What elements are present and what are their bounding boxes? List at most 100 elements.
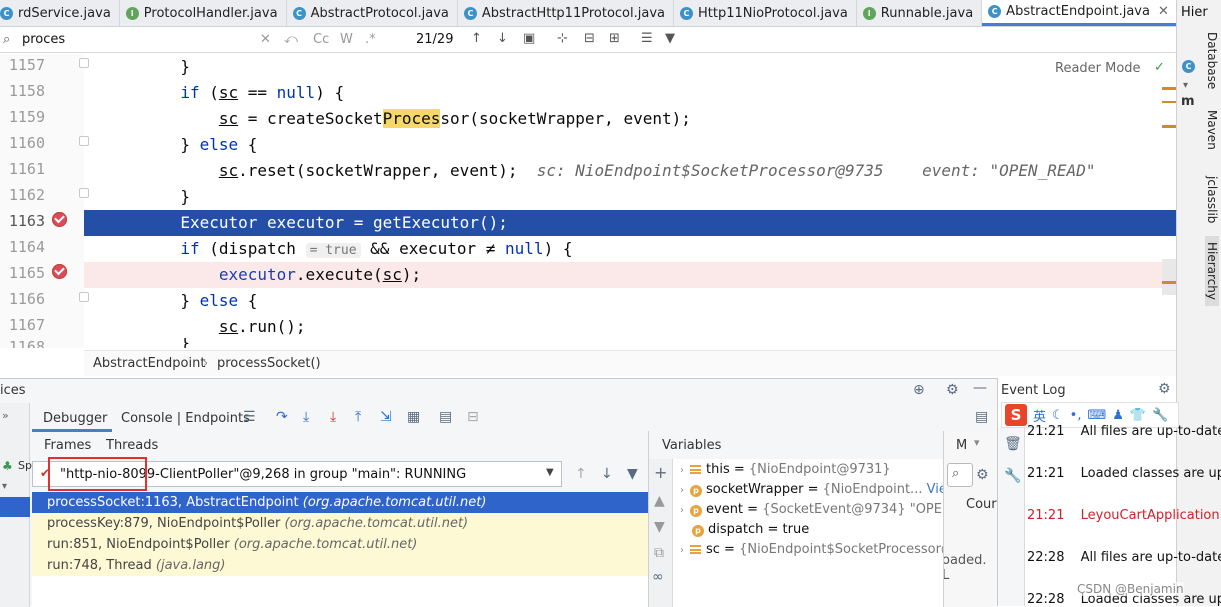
code-line-1163-current: Executor executor = getExecutor(); xyxy=(84,210,1176,236)
move-up-icon[interactable]: ▲ xyxy=(654,493,665,509)
filter-settings-icon[interactable]: ☰ xyxy=(641,31,653,46)
step-over-icon[interactable]: ↷ xyxy=(276,409,288,425)
breadcrumb-method[interactable]: processSocket() xyxy=(217,356,321,371)
threads-label[interactable]: Threads xyxy=(106,438,158,453)
ime-language-toggle[interactable]: 英 xyxy=(1033,406,1046,425)
menu-icon[interactable]: ☰ xyxy=(243,409,256,425)
clear-icon[interactable]: ✕ xyxy=(260,32,271,47)
memory-tab-label[interactable]: M xyxy=(956,438,967,453)
tab-4[interactable]: C Http11NioProtocol.java xyxy=(674,0,857,26)
memory-search-input[interactable]: ⌕ xyxy=(947,463,973,487)
tab-3[interactable]: C AbstractHttp11Protocol.java xyxy=(458,0,674,26)
log-entry[interactable]: 21:21 Loaded classes are up xyxy=(1027,466,1221,481)
hierarchy-tool[interactable]: Hierarchy xyxy=(1205,236,1219,307)
chevron-down-icon[interactable]: ▾ xyxy=(2,481,7,492)
filter-icon[interactable]: ▼ xyxy=(665,31,675,46)
frame-row[interactable]: processSocket:1163, AbstractEndpoint (or… xyxy=(32,492,648,513)
maven-tool[interactable]: Maven xyxy=(1205,110,1219,150)
frame-row[interactable]: run:748, Thread (java.lang) xyxy=(32,555,648,576)
add-watch-icon[interactable]: + xyxy=(654,463,667,482)
select-all-occurrences-icon[interactable]: ⊞ xyxy=(609,31,620,46)
tab-2[interactable]: C AbstractProtocol.java xyxy=(287,0,458,26)
tab-debugger[interactable]: Debugger xyxy=(32,406,112,432)
evaluate-icon[interactable]: ▦ xyxy=(407,409,420,425)
log-entry[interactable]: 21:21 LeyouCartApplication: xyxy=(1027,508,1221,523)
crosshair-icon[interactable]: ⊕ xyxy=(913,382,925,398)
copy-icon[interactable]: ⧉ xyxy=(654,545,664,561)
wrench-icon[interactable]: 🔧 xyxy=(1004,468,1021,484)
regex-toggle[interactable]: .* xyxy=(365,32,376,47)
services-node[interactable]: Sp xyxy=(18,459,32,472)
class-icon: C xyxy=(292,6,306,20)
punctuation-icon[interactable]: •, xyxy=(1070,408,1082,423)
more-tabs-icon[interactable]: ▾ xyxy=(974,436,980,449)
tab-0[interactable]: CrdService.java xyxy=(0,0,120,26)
frame-up-icon[interactable]: ↑ xyxy=(575,466,587,482)
match-case-toggle[interactable]: Cc xyxy=(313,32,329,47)
moon-icon[interactable]: ☾ xyxy=(1052,408,1064,423)
database-tool[interactable]: Database xyxy=(1205,32,1219,89)
frame-row[interactable]: run:851, NioEndpoint$Poller (org.apache.… xyxy=(32,534,648,555)
variable-row[interactable]: ›pevent = {SocketEvent@9734} "OPEN_RE xyxy=(680,500,943,520)
add-selection-icon[interactable]: ⊹ xyxy=(557,31,568,46)
jclasslib-tool[interactable]: jclasslib xyxy=(1205,176,1219,223)
line-gutter: 1157 1158 1159 1160 1161 1162 1163 1164 … xyxy=(0,54,89,348)
breadcrumb-class[interactable]: AbstractEndpoint xyxy=(93,356,205,371)
table-icon[interactable]: ▤ xyxy=(439,409,452,425)
log-entry[interactable]: 21:21 All files are up-to-date xyxy=(1027,424,1221,439)
select-all-icon[interactable]: ▣ xyxy=(523,31,535,46)
history-icon[interactable]: ⤺ xyxy=(284,32,298,47)
scrollbar-thumb[interactable] xyxy=(1162,259,1176,295)
watches-icon[interactable]: ∞ xyxy=(652,569,664,585)
frames-label[interactable]: Frames xyxy=(44,438,91,453)
layout-settings-icon[interactable]: ▤ xyxy=(975,409,988,425)
breakpoint-icon[interactable] xyxy=(52,212,67,227)
hierarchy-tab-label[interactable]: Hier xyxy=(1181,5,1208,20)
next-match-icon[interactable]: ↓ xyxy=(497,31,508,46)
whole-words-toggle[interactable]: W xyxy=(340,32,353,47)
remove-selection-icon[interactable]: ⊟ xyxy=(584,31,595,46)
variable-row[interactable]: p dispatch = true xyxy=(680,520,809,540)
sogou-ime-icon[interactable]: S xyxy=(1005,404,1027,426)
tab-console-endpoints[interactable]: Console | Endpoints xyxy=(121,411,250,426)
variable-row[interactable]: › sc = {NioEndpoint$SocketProcessor@9 xyxy=(680,540,943,560)
close-tab-icon[interactable]: ✕ xyxy=(1158,4,1169,19)
search-icon: ⌕ xyxy=(3,32,11,47)
dropdown-arrow-icon[interactable]: ▼ xyxy=(546,467,554,478)
breakpoint-icon[interactable] xyxy=(52,264,67,279)
minimize-icon[interactable]: — xyxy=(973,380,987,396)
move-down-icon[interactable]: ▼ xyxy=(654,519,665,535)
previous-match-icon[interactable]: ↑ xyxy=(471,31,482,46)
frame-down-icon[interactable]: ↓ xyxy=(601,466,613,482)
code-editor[interactable]: } if (sc == null) { sc = createSocketPro… xyxy=(84,54,1176,348)
step-out-icon[interactable]: ⤒ xyxy=(355,409,361,425)
search-input[interactable]: proces xyxy=(22,32,65,47)
variable-row[interactable]: ›psocketWrapper = {NioEndpoint... View xyxy=(680,480,943,500)
memory-status: oaded. L xyxy=(943,553,987,583)
shirt-icon[interactable]: 👕 xyxy=(1130,408,1146,423)
user-icon[interactable]: ♟ xyxy=(1112,408,1124,423)
gear-icon[interactable]: ⚙ xyxy=(946,382,959,398)
editor-tab-bar: CrdService.java I ProtocolHandler.java CA… xyxy=(0,0,1176,27)
log-entry[interactable]: 22:28 All files are up-to-date xyxy=(1027,550,1221,565)
frame-row[interactable]: processKey:879, NioEndpoint$Poller (org.… xyxy=(32,513,648,534)
wrench-icon[interactable]: 🔧 xyxy=(1152,408,1168,423)
filter-icon[interactable]: ▼ xyxy=(627,466,638,482)
variable-row[interactable]: › this = {NioEndpoint@9731} xyxy=(680,460,891,480)
tab-6-active[interactable]: C AbstractEndpoint.java ✕ xyxy=(982,0,1176,26)
keyboard-icon[interactable]: ⌨ xyxy=(1087,408,1106,423)
annotation-highlight-box xyxy=(48,457,147,491)
step-into-icon[interactable]: ⤓ xyxy=(303,409,309,425)
layout-icon[interactable]: ⊟ xyxy=(467,409,479,425)
tab-5[interactable]: I Runnable.java xyxy=(857,0,983,26)
chevron-right-icon[interactable]: » xyxy=(2,409,9,422)
chevron-down-icon[interactable]: ▾ xyxy=(1183,80,1188,91)
trash-icon[interactable]: 🗑 xyxy=(1004,436,1022,452)
gear-icon[interactable]: ⚙ xyxy=(1158,381,1171,397)
tab-1[interactable]: I ProtocolHandler.java xyxy=(120,0,287,26)
force-step-into-icon[interactable]: ⤓ xyxy=(330,409,336,425)
services-selected-row[interactable] xyxy=(0,497,30,517)
line-number: 1160 xyxy=(8,134,45,152)
run-to-cursor-icon[interactable]: ⇲ xyxy=(380,409,392,425)
gear-icon[interactable]: ⚙ xyxy=(976,467,989,483)
